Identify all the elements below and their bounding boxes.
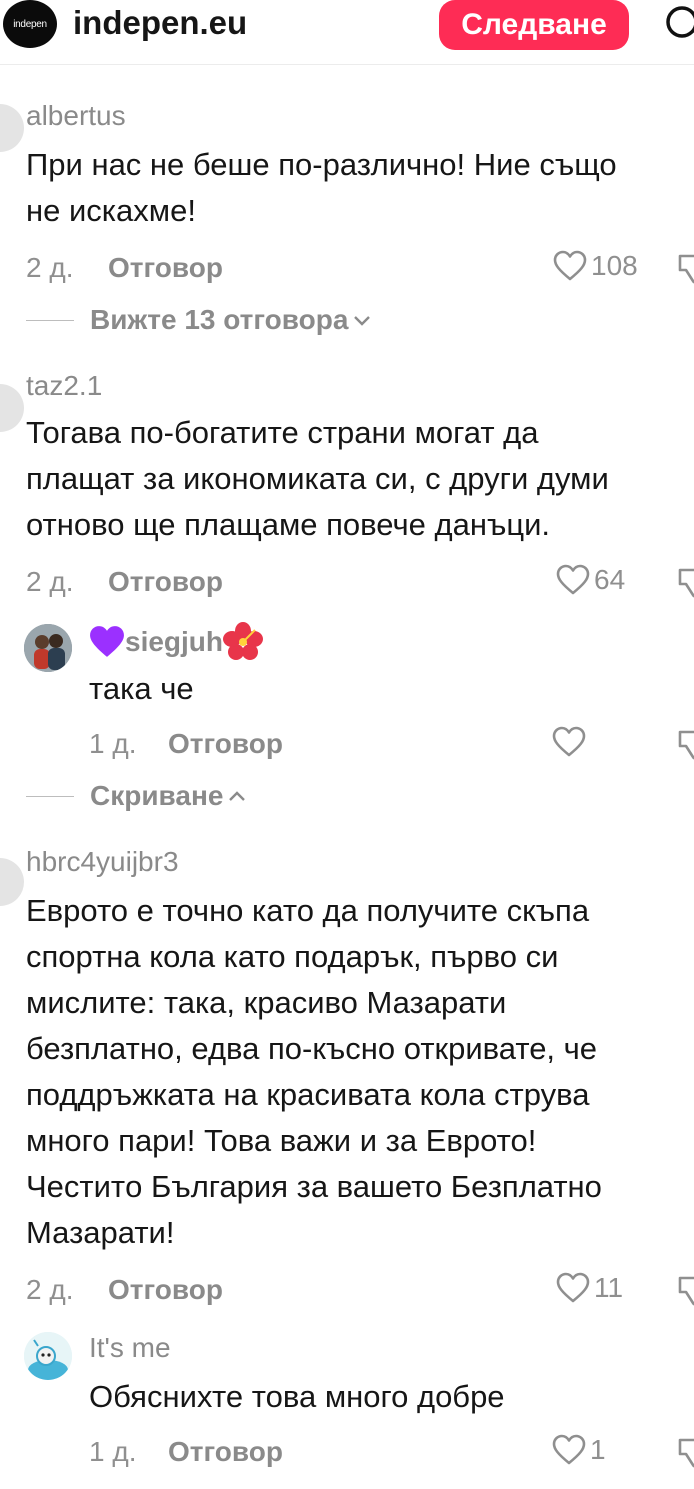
- like-button[interactable]: 64: [556, 564, 625, 596]
- like-count: 108: [591, 250, 638, 281]
- view-replies-button[interactable]: Вижте 13 отговора: [26, 304, 372, 336]
- comment-age: 2 д.: [26, 252, 74, 283]
- reply-button[interactable]: Отговор: [168, 728, 283, 760]
- comment-username[interactable]: hbrc4yuijbr3: [26, 846, 179, 878]
- reply-text: така че: [89, 671, 194, 706]
- logo-text: indepen: [13, 18, 47, 30]
- view-replies-label: Вижте 13 отговора: [90, 304, 349, 335]
- reply-username[interactable]: It's me: [89, 1332, 171, 1364]
- comment-item: hbrc4yuijbr3 Еврото е точно като да полу…: [0, 824, 694, 1489]
- heart-icon: [552, 726, 586, 757]
- like-button[interactable]: 108: [553, 250, 638, 282]
- follow-label: Следване: [461, 8, 607, 41]
- comment-username[interactable]: taz2.1: [26, 370, 102, 402]
- reply-username[interactable]: siegjuh: [89, 622, 264, 662]
- reply-age: 1 д.: [89, 728, 137, 759]
- dislike-icon[interactable]: [676, 1274, 694, 1308]
- chevron-down-icon: [354, 316, 371, 326]
- comment-text: Тогава по-богатите страни могат да плаща…: [26, 415, 609, 542]
- reply-text: Обяснихте това много добре: [89, 1379, 505, 1414]
- like-button[interactable]: [552, 726, 590, 758]
- comment-text: Еврото е точно като да получите скъпа сп…: [26, 893, 602, 1250]
- heart-icon: [552, 1434, 586, 1465]
- hide-replies-button[interactable]: Скриване: [26, 780, 247, 812]
- heart-icon: [556, 1272, 590, 1303]
- reply-button[interactable]: Отговор: [108, 1274, 223, 1306]
- like-count: 64: [594, 564, 626, 595]
- comment-username[interactable]: albertus: [26, 100, 126, 132]
- reply-avatar[interactable]: [24, 1332, 72, 1380]
- comment-item: albertus При нас не беше по-различно! Ни…: [0, 64, 694, 344]
- dislike-icon[interactable]: [676, 1436, 694, 1470]
- comment-age: 2 д.: [26, 1274, 74, 1305]
- avatar[interactable]: [0, 104, 24, 152]
- dislike-icon[interactable]: [676, 252, 694, 286]
- reply-button[interactable]: Отговор: [168, 1436, 283, 1468]
- top-bar: indepen indepen.eu Следване: [0, 0, 694, 65]
- like-button[interactable]: 1: [552, 1434, 606, 1466]
- dislike-icon[interactable]: [676, 566, 694, 600]
- comment-age: 2 д.: [26, 566, 74, 597]
- purple-heart-icon: [90, 626, 124, 657]
- like-count: 1: [590, 1434, 606, 1465]
- account-name[interactable]: indepen.eu: [73, 4, 247, 42]
- comment-text: При нас не беше по-различно! Ние също не…: [26, 147, 617, 228]
- reply-username-text: siegjuh: [125, 626, 224, 657]
- reply-age: 1 д.: [89, 1436, 137, 1467]
- cartoon-avatar-icon: [24, 1332, 72, 1380]
- account-logo-avatar[interactable]: indepen: [3, 0, 57, 48]
- hibiscus-icon: [223, 622, 264, 660]
- like-button[interactable]: 11: [556, 1272, 623, 1304]
- chevron-up-icon: [229, 791, 246, 801]
- search-icon[interactable]: [664, 5, 694, 45]
- divider-line: [26, 795, 74, 797]
- profile-photo-icon: [24, 624, 72, 672]
- comment-item: taz2.1 Тогава по-богатите страни могат д…: [0, 344, 694, 824]
- reply-avatar[interactable]: [24, 624, 72, 672]
- divider-line: [26, 319, 74, 321]
- heart-icon: [553, 250, 587, 281]
- reply-button[interactable]: Отговор: [108, 252, 223, 284]
- like-count: 11: [594, 1272, 624, 1303]
- heart-icon: [556, 564, 590, 595]
- dislike-icon[interactable]: [676, 728, 694, 762]
- follow-button[interactable]: Следване: [439, 0, 629, 50]
- avatar[interactable]: [0, 384, 24, 432]
- reply-button[interactable]: Отговор: [108, 566, 223, 598]
- avatar[interactable]: [0, 858, 24, 906]
- hide-replies-label: Скриване: [90, 780, 224, 811]
